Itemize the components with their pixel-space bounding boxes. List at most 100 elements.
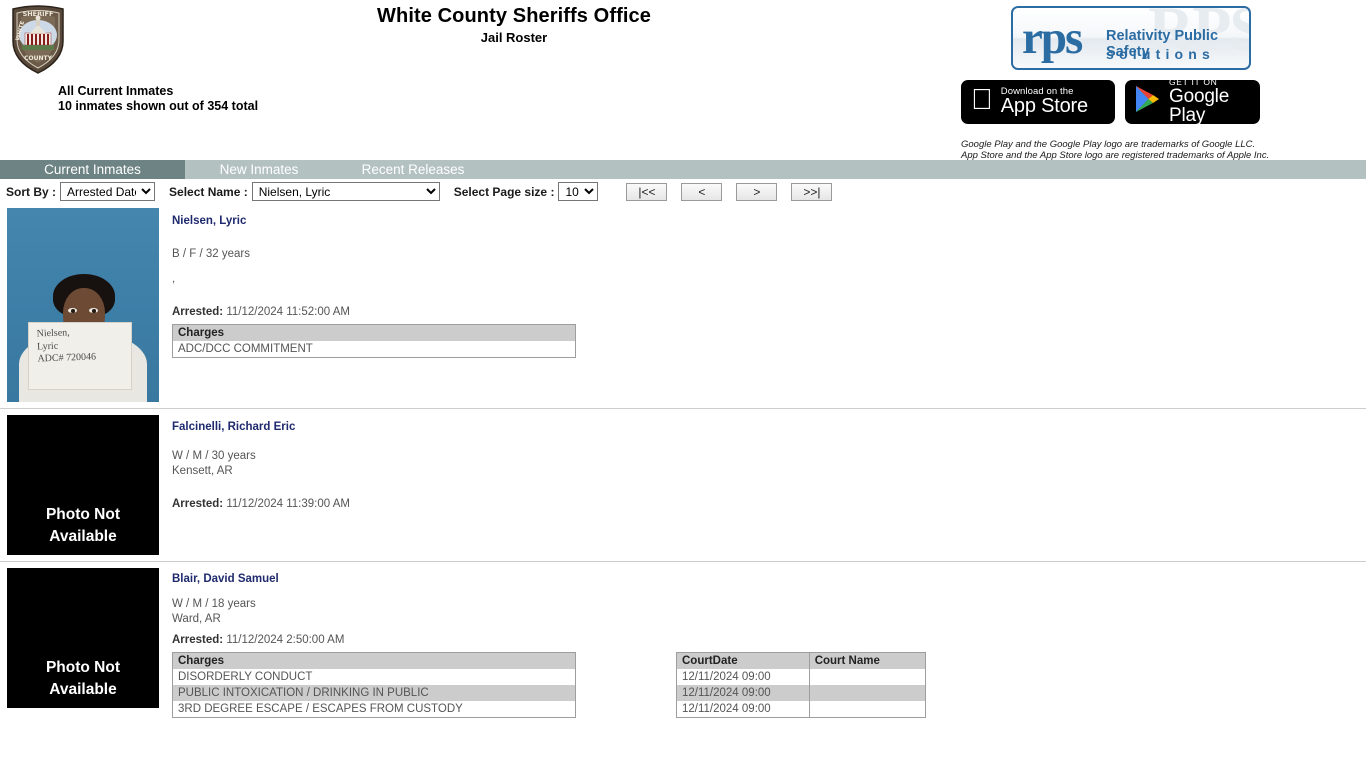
inmate-name-link[interactable]: Nielsen, Lyric <box>172 215 246 227</box>
select-name-dropdown[interactable]: Nielsen, Lyric <box>251 182 440 201</box>
inmate-mugshot[interactable]: Nielsen, Lyric ADC# 720046 <box>7 208 159 402</box>
arrested-label: Arrested: <box>172 306 224 318</box>
court-date-value: 12/11/2024 09:00 <box>676 669 810 685</box>
charges-table: Charges DISORDERLY CONDUCT PUBLIC INTOXICA… <box>172 652 576 718</box>
page-subtitle: Jail Roster <box>480 30 548 45</box>
court-header-row: CourtDate Court Name <box>676 652 926 669</box>
photo-placeholder-line-1: Photo Not <box>45 659 121 676</box>
inmate-name-link[interactable]: Blair, David Samuel <box>172 573 279 585</box>
last-page-button[interactable]: >>| <box>791 182 833 201</box>
inmate-address: Ward, AR <box>172 613 221 625</box>
sort-by-label: Sort By : <box>6 184 57 199</box>
charges-column-header: Charges <box>172 324 576 341</box>
inmate-arrested-line: Arrested: 11/12/2024 11:52:00 AM <box>172 305 1366 320</box>
page-title: White County Sheriffs Office <box>377 5 651 27</box>
court-name-value <box>809 701 925 718</box>
summary-line-2: 10 inmates shown out of 354 total <box>58 99 259 113</box>
photo-not-available-placeholder: Photo Not Available <box>7 568 159 708</box>
photo-placeholder-line-2: Available <box>49 681 117 698</box>
court-date-column-header: CourtDate <box>676 652 810 669</box>
charges-header-row: Charges <box>172 652 576 669</box>
inmate-tables-row: Charges ADC/DCC COMMITMENT <box>172 324 1366 358</box>
rps-wordmark: rps <box>1022 12 1083 64</box>
inmate-demographics: W / M / 30 years <box>172 450 256 462</box>
roster-summary: All Current Inmates 10 inmates shown out… <box>58 84 258 114</box>
first-page-button[interactable]: |<< <box>626 182 668 201</box>
page-header: SHERIFF COUNTY WHITE White County Sherif… <box>0 0 1366 160</box>
google-play-badge[interactable]: GET IT ON Google Play <box>1125 77 1260 127</box>
court-date-row: 12/11/2024 09:00 <box>676 669 926 685</box>
charges-column-header: Charges <box>172 652 576 669</box>
mugshot-eye-left <box>68 308 77 313</box>
court-name-value <box>809 685 926 701</box>
sort-by-select[interactable]: Arrested Date <box>60 182 156 201</box>
court-name-value <box>809 669 925 685</box>
inmate-address: , <box>172 273 176 285</box>
charge-row: 3RD DEGREE ESCAPE / ESCAPES FROM CUSTODY <box>173 701 576 718</box>
previous-page-button[interactable]: < <box>681 182 723 201</box>
arrested-label: Arrested: <box>172 634 224 646</box>
page-size-select[interactable]: 10 <box>558 182 599 201</box>
tab-recent-releases[interactable]: Recent Releases <box>333 160 493 179</box>
app-store-badge[interactable]:  Download on the App Store <box>961 80 1115 124</box>
court-date-value: 12/11/2024 09:00 <box>676 685 810 701</box>
photo-not-available-placeholder: Photo Not Available <box>7 415 159 555</box>
arrested-label: Arrested: <box>172 498 224 510</box>
inmate-photo-cell: Photo Not Available <box>0 409 167 561</box>
court-date-row: 12/11/2024 09:00 <box>676 701 926 718</box>
app-store-big-label: App Store <box>979 95 1088 118</box>
inmate-record: Photo Not Available Blair, David Samuel W /… <box>0 562 1366 726</box>
roster-toolbar: Sort By : Arrested Date Select Name : Ni… <box>0 181 1366 202</box>
charge-description: DISORDERLY CONDUCT <box>178 671 313 683</box>
trademark-notice: Google Play and the Google Play logo are… <box>961 139 1361 161</box>
photo-placeholder-line-1: Photo Not <box>45 506 121 523</box>
court-dates-table: CourtDate Court Name 12/11/2024 09:00 12/1… <box>676 652 926 718</box>
page-size-label: Select Page size : <box>453 184 555 199</box>
inmate-info-cell: Falcinelli, Richard Eric W / M / 30 years… <box>167 409 1366 520</box>
mugshot-placard-text: Nielsen, Lyric ADC# 720046 <box>36 327 97 365</box>
select-name-label: Select Name : <box>169 184 248 199</box>
inmate-demographics: B / F / 32 years <box>172 248 250 260</box>
roster-tab-bar: Current Inmates New Inmates Recent Relea… <box>0 160 1366 179</box>
court-date-row: 12/11/2024 09:00 <box>676 685 926 701</box>
inmate-info-cell: Blair, David Samuel W / M / 18 years Ward,… <box>167 562 1366 726</box>
inmate-list: Nielsen, Lyric ADC# 720046 Nielsen, Lyric… <box>0 202 1366 726</box>
arrested-value: 11/12/2024 11:39:00 AM <box>223 498 350 510</box>
google-play-logo-icon <box>1134 85 1161 119</box>
mugshot-eye-right <box>89 308 98 313</box>
inmate-photo-cell: Nielsen, Lyric ADC# 720046 <box>0 202 167 408</box>
arrested-value: 11/12/2024 2:50:00 AM <box>223 634 345 646</box>
court-name-column-header: Court Name <box>809 652 926 669</box>
summary-line-1: All Current Inmates <box>58 84 174 98</box>
charges-header-row: Charges <box>172 324 576 341</box>
apple-logo-icon:  <box>971 85 993 115</box>
google-play-big-label: Google Play <box>1169 85 1230 127</box>
rps-tagline-2: solutions <box>1106 46 1216 62</box>
inmate-arrested-line: Arrested: 11/12/2024 11:39:00 AM <box>172 497 1366 512</box>
inmate-name-link[interactable]: Falcinelli, Richard Eric <box>172 421 295 433</box>
charge-row: DISORDERLY CONDUCT <box>173 669 576 685</box>
rps-logo: RPS rps Relativity Public Safety solutio… <box>1011 6 1251 70</box>
photo-placeholder-line-2: Available <box>49 528 117 545</box>
tab-new-inmates[interactable]: New Inmates <box>185 160 333 179</box>
trademark-line-1: Google Play and the Google Play logo are… <box>961 139 1256 150</box>
charge-row: ADC/DCC COMMITMENT <box>173 341 576 358</box>
inmate-photo-cell: Photo Not Available <box>0 562 167 714</box>
title-block: White County Sheriffs Office Jail Roster <box>0 4 1028 46</box>
inmate-tables-row: Charges DISORDERLY CONDUCT PUBLIC INTOXICA… <box>172 652 1366 718</box>
inmate-address: Kensett, AR <box>172 465 233 477</box>
inmate-record: Photo Not Available Falcinelli, Richard Er… <box>0 409 1366 562</box>
next-page-button[interactable]: > <box>736 182 778 201</box>
inmate-info-cell: Nielsen, Lyric B / F / 32 years, Arrested:… <box>167 202 1366 366</box>
court-date-value: 12/11/2024 09:00 <box>676 701 810 718</box>
inmate-demographics: W / M / 18 years <box>172 598 256 610</box>
mugshot-id-placard: Nielsen, Lyric ADC# 720046 <box>28 322 132 390</box>
inmate-record: Nielsen, Lyric ADC# 720046 Nielsen, Lyric… <box>0 202 1366 409</box>
tab-current-inmates[interactable]: Current Inmates <box>0 160 185 179</box>
trademark-line-2: App Store and the App Store logo are reg… <box>961 149 1270 161</box>
charges-table: Charges ADC/DCC COMMITMENT <box>172 324 576 358</box>
charge-row: PUBLIC INTOXICATION / DRINKING IN PUBLIC <box>172 685 576 701</box>
charge-description: 3RD DEGREE ESCAPE / ESCAPES FROM CUSTODY <box>178 703 463 715</box>
arrested-value: 11/12/2024 11:52:00 AM <box>223 306 350 318</box>
charge-description: PUBLIC INTOXICATION / DRINKING IN PUBLIC <box>172 685 576 701</box>
